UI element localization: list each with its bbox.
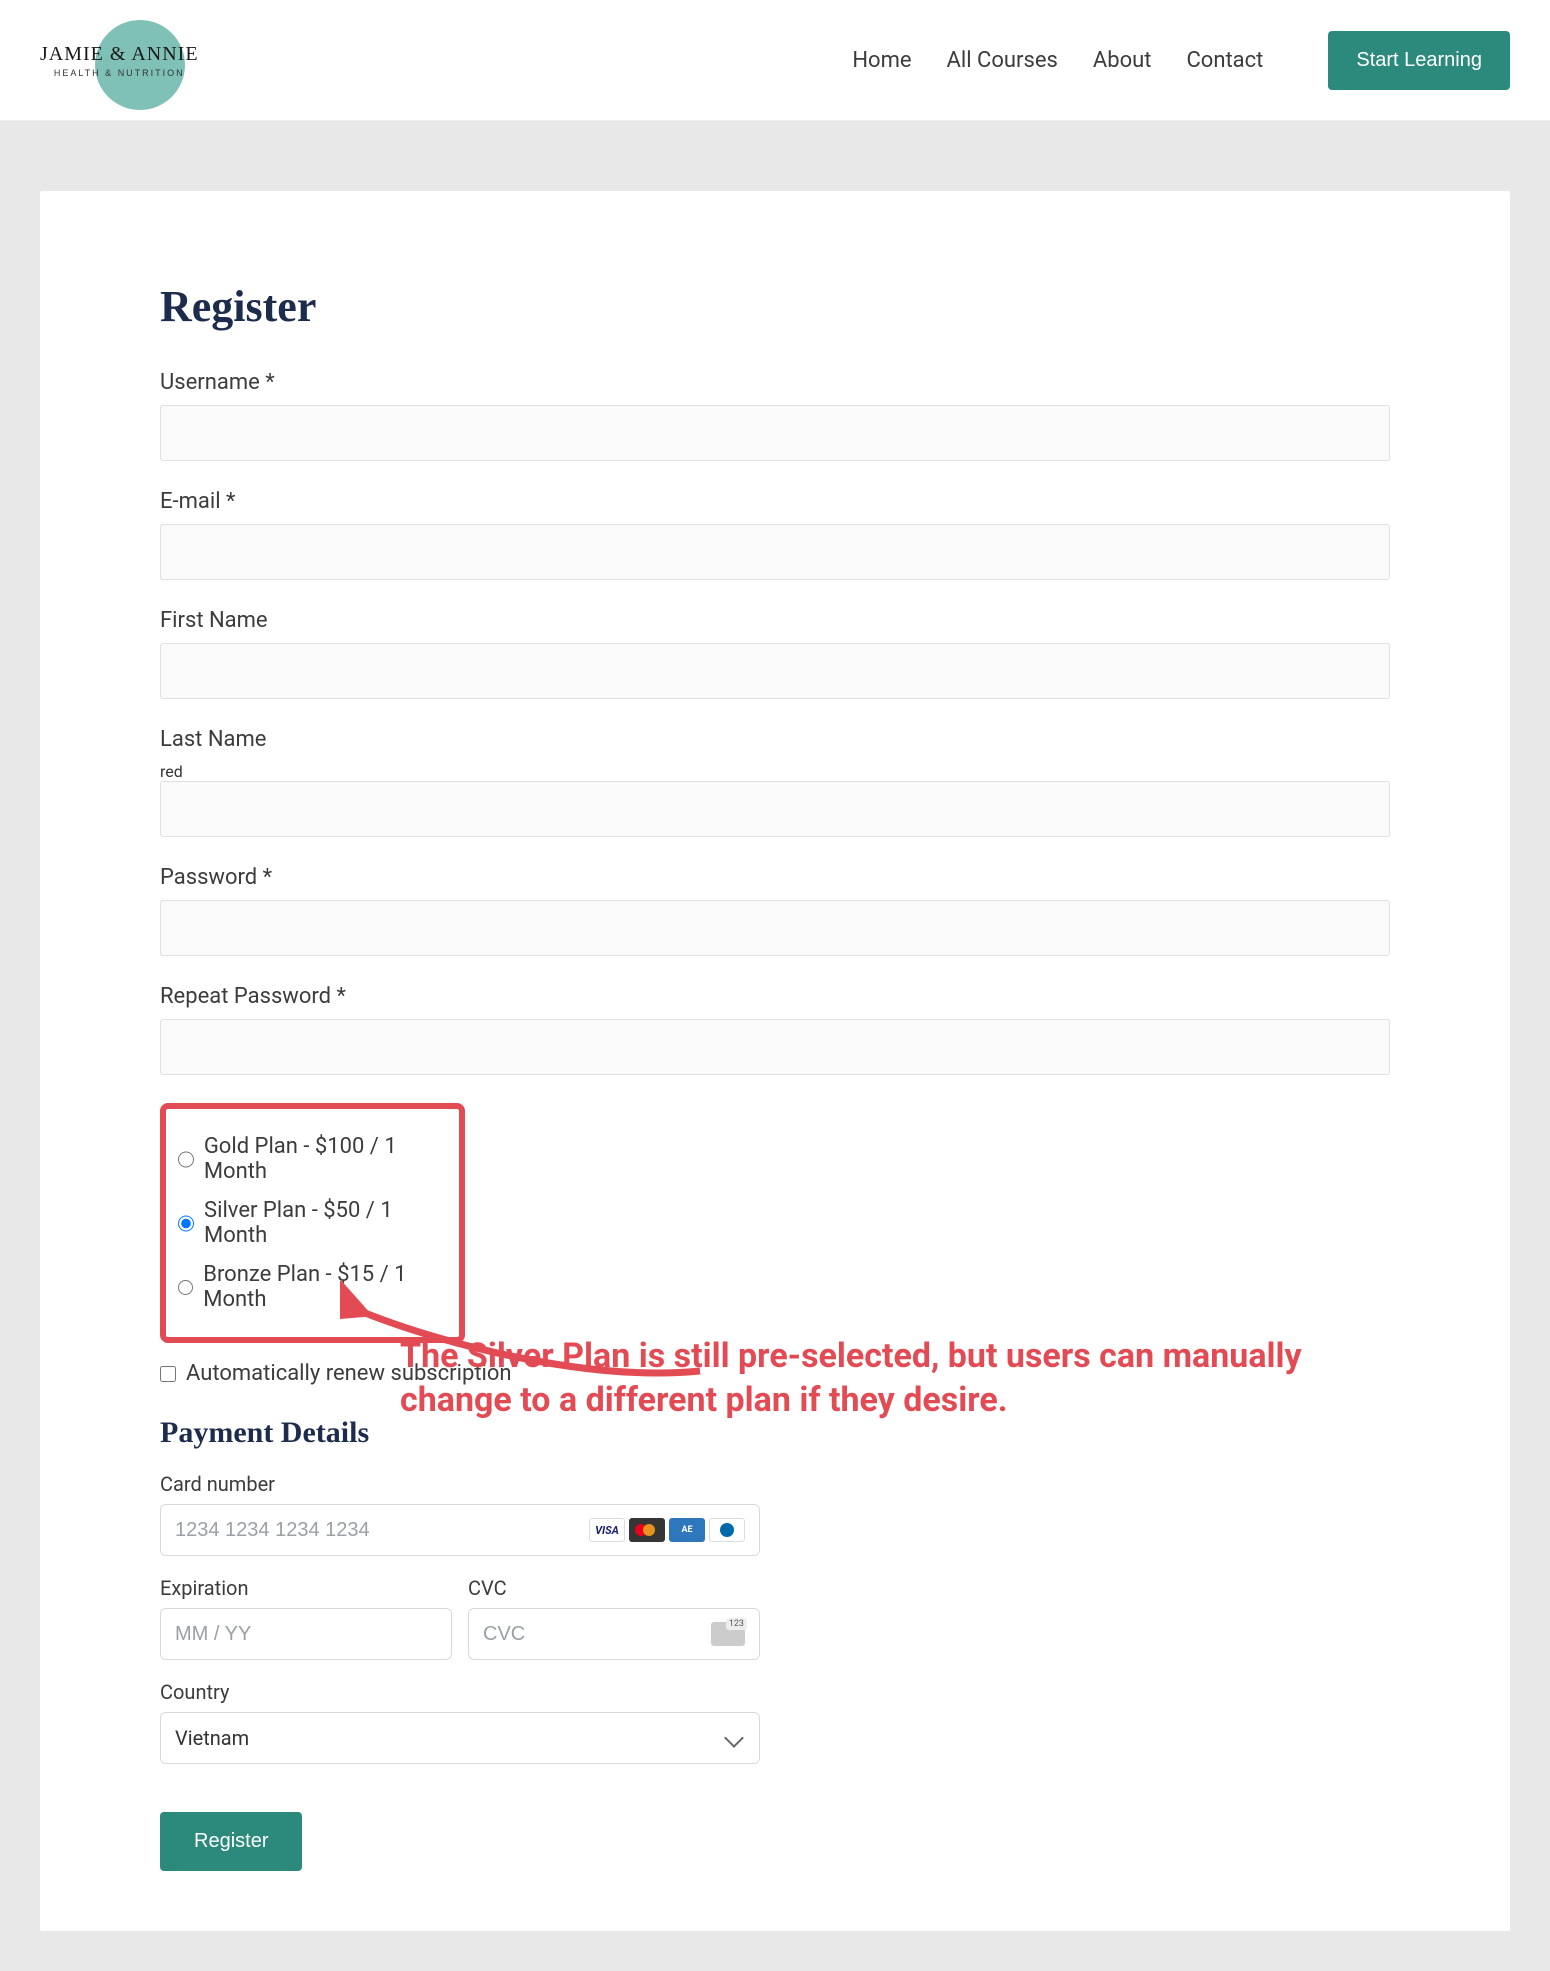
- card-number-row: Card number VISA AE: [160, 1472, 760, 1556]
- card-number-input[interactable]: [175, 1519, 517, 1542]
- email-input[interactable]: [160, 524, 1390, 580]
- auto-renew-label: Automatically renew subscription: [186, 1361, 512, 1386]
- nav-courses[interactable]: All Courses: [947, 48, 1058, 73]
- lastname-row: Last Namered: [160, 727, 1390, 837]
- plans-box: Gold Plan - $100 / 1 Month Silver Plan -…: [160, 1103, 465, 1343]
- plan-gold-label: Gold Plan - $100 / 1 Month: [204, 1134, 447, 1184]
- card-brand-icons: VISA AE: [589, 1518, 745, 1542]
- card-number-wrap: VISA AE: [160, 1504, 760, 1556]
- main-nav: Home All Courses About Contact Start Lea…: [852, 31, 1510, 90]
- firstname-row: First Name: [160, 608, 1390, 699]
- nav-about[interactable]: About: [1093, 48, 1152, 73]
- page-title: Register: [160, 281, 1390, 332]
- firstname-label: First Name: [160, 608, 1390, 633]
- expiration-col: Expiration: [160, 1576, 452, 1660]
- payment-block: Card number VISA AE Expiration: [160, 1472, 760, 1764]
- cvc-label: CVC: [468, 1576, 760, 1600]
- visa-icon: VISA: [589, 1518, 625, 1542]
- auto-renew-checkbox[interactable]: [160, 1366, 176, 1382]
- username-input[interactable]: [160, 405, 1390, 461]
- repeat-password-row: Repeat Password *: [160, 984, 1390, 1075]
- plan-bronze-radio[interactable]: [178, 1279, 193, 1296]
- country-select[interactable]: Vietnam: [160, 1712, 760, 1764]
- cvc-col: CVC: [468, 1576, 760, 1660]
- plan-silver-label: Silver Plan - $50 / 1 Month: [204, 1198, 447, 1248]
- logo-text: JAMIE & ANNIE HEALTH & NUTRITION: [40, 42, 199, 79]
- password-input[interactable]: [160, 900, 1390, 956]
- register-card: Register Username * E-mail * First Name …: [40, 191, 1510, 1931]
- start-learning-button[interactable]: Start Learning: [1328, 31, 1510, 90]
- password-row: Password *: [160, 865, 1390, 956]
- plan-gold-radio[interactable]: [178, 1151, 194, 1168]
- exp-cvc-row: Expiration CVC: [160, 1576, 760, 1660]
- mastercard-icon: [629, 1518, 665, 1542]
- email-row: E-mail *: [160, 489, 1390, 580]
- expiration-wrap: [160, 1608, 452, 1660]
- amex-icon: AE: [669, 1518, 705, 1542]
- plan-bronze-label: Bronze Plan - $15 / 1 Month: [203, 1262, 447, 1312]
- country-row: Country Vietnam: [160, 1680, 760, 1764]
- cvc-wrap: [468, 1608, 760, 1660]
- lastname-label: Last Name: [160, 727, 1390, 752]
- auto-renew[interactable]: Automatically renew subscription: [160, 1361, 1390, 1386]
- country-value: Vietnam: [175, 1726, 249, 1750]
- page-wrap: Register Username * E-mail * First Name …: [0, 121, 1550, 1971]
- card-number-label: Card number: [160, 1472, 760, 1496]
- country-label: Country: [160, 1680, 760, 1704]
- diners-icon: [709, 1518, 745, 1542]
- logo[interactable]: JAMIE & ANNIE HEALTH & NUTRITION: [40, 20, 260, 100]
- expiration-input[interactable]: [175, 1623, 332, 1646]
- site-header: JAMIE & ANNIE HEALTH & NUTRITION Home Al…: [0, 0, 1550, 121]
- expiration-label: Expiration: [160, 1576, 452, 1600]
- plan-gold[interactable]: Gold Plan - $100 / 1 Month: [178, 1127, 447, 1191]
- repeat-password-input[interactable]: [160, 1019, 1390, 1075]
- plan-silver[interactable]: Silver Plan - $50 / 1 Month: [178, 1191, 447, 1255]
- nav-contact[interactable]: Contact: [1186, 48, 1263, 73]
- logo-sub: HEALTH & NUTRITION: [40, 68, 199, 79]
- email-label: E-mail *: [160, 489, 1390, 514]
- firstname-input[interactable]: [160, 643, 1390, 699]
- password-label: Password *: [160, 865, 1390, 890]
- cvc-card-icon: [711, 1622, 745, 1646]
- payment-title: Payment Details: [160, 1416, 1390, 1450]
- username-label: Username *: [160, 370, 1390, 395]
- register-button[interactable]: Register: [160, 1812, 302, 1871]
- chevron-down-icon: [724, 1728, 744, 1748]
- lastname-input[interactable]: [160, 781, 1390, 837]
- cvc-input[interactable]: [483, 1623, 640, 1646]
- repeat-password-label: Repeat Password *: [160, 984, 1390, 1009]
- plan-silver-radio[interactable]: [178, 1215, 194, 1232]
- logo-main: JAMIE & ANNIE: [40, 43, 199, 65]
- plan-bronze[interactable]: Bronze Plan - $15 / 1 Month: [178, 1255, 447, 1319]
- nav-home[interactable]: Home: [852, 48, 911, 73]
- username-row: Username *: [160, 370, 1390, 461]
